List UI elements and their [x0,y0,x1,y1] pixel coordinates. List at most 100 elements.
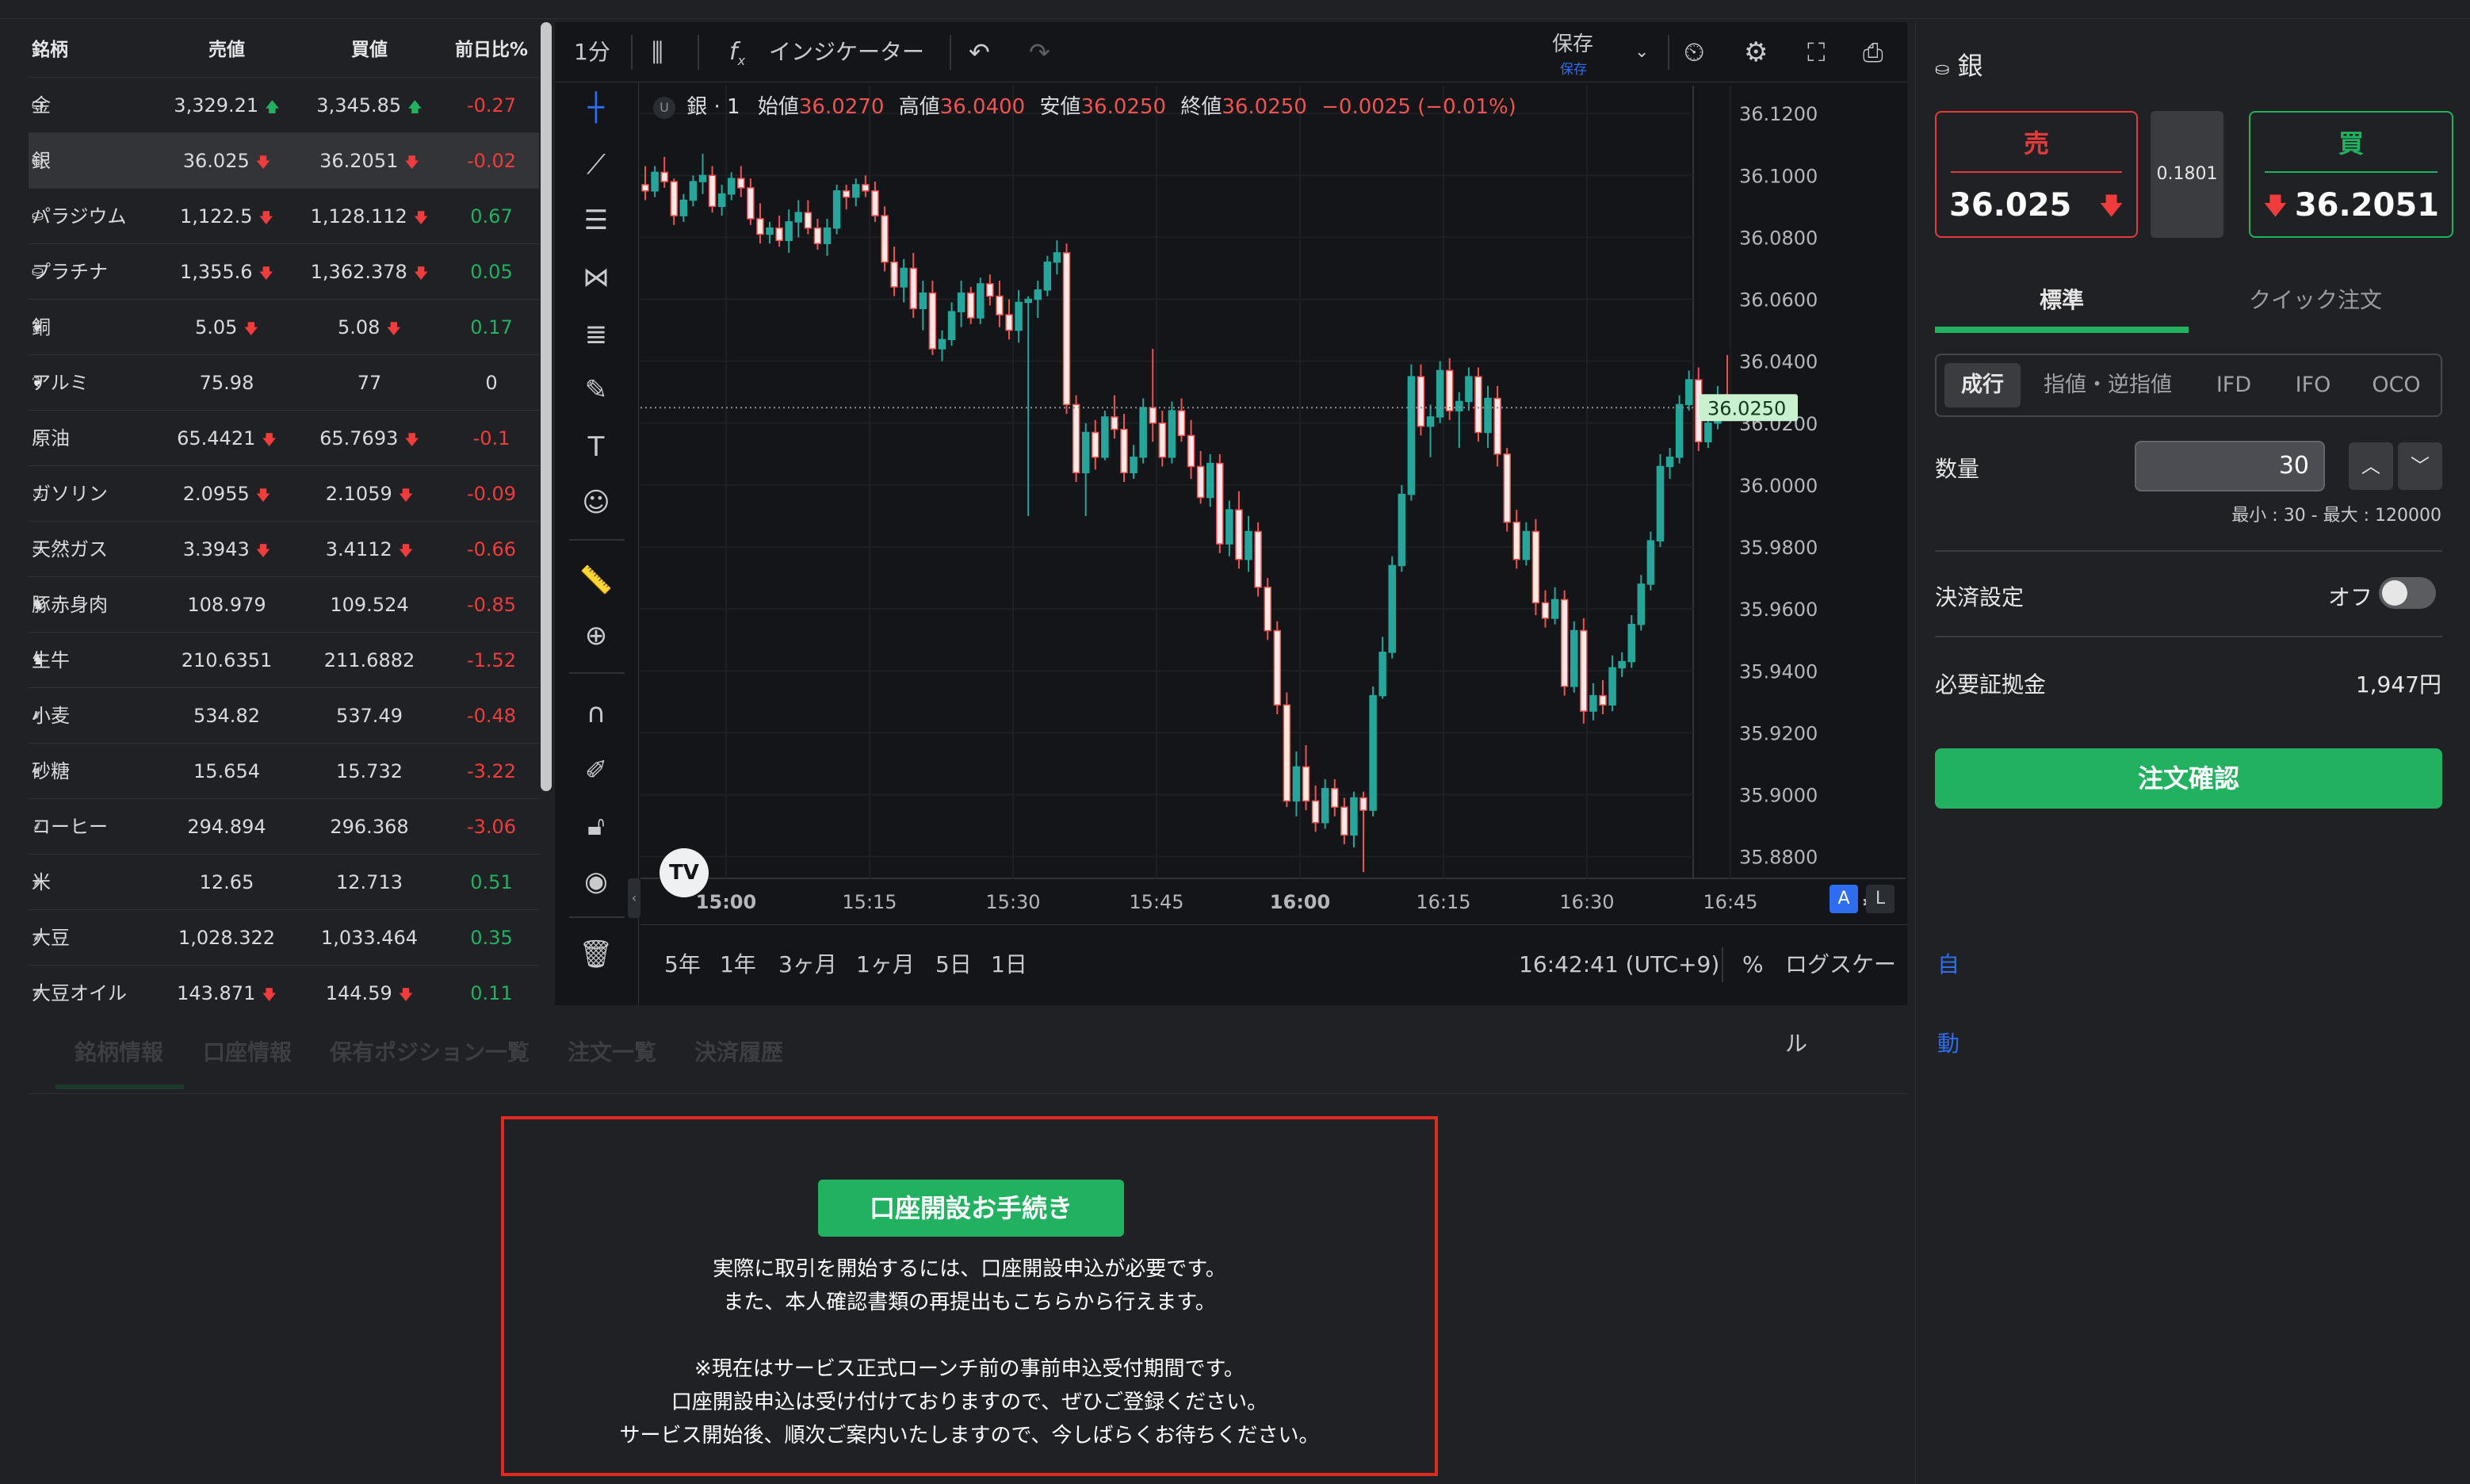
range-5y[interactable]: 5年 [664,925,701,1004]
undo-icon[interactable]: ↶ [969,22,990,82]
market-row[interactable]: ⛀ 銀 36.025 🡇 36.2051 🡇 -0.02 [29,133,539,189]
market-row[interactable]: ❦ 銅 5.05 🡇 5.08 🡇 0.17 [29,300,539,355]
market-row[interactable]: ⸙ 砂糖 15.654 15.732 -3.22 [29,744,539,799]
header-sell[interactable]: 売値 [147,22,306,78]
bottom-tabs: 銘柄情報 口座情報 保有ポジション一覧 注文一覧 決済履歴 [29,1015,1907,1094]
chart-plot[interactable]: 36.1200 36.1000 36.0800 36.0600 36.0400 36.02… [640,86,1906,923]
header-change[interactable]: 前日比% [444,22,539,78]
quantity-down-button[interactable]: ﹀ [2398,442,2442,490]
pattern-icon[interactable]: ⋈ [577,258,615,296]
tab-quick-order[interactable]: クイック注文 [2189,276,2442,325]
emoji-icon[interactable]: ☺ [577,484,615,522]
order-type-ifo[interactable]: IFO [2277,363,2349,407]
crosshair-icon[interactable]: ┼ [577,89,615,127]
candle-body [1541,602,1550,619]
brush-icon[interactable]: ✎ [577,371,615,409]
market-row[interactable]: ♨ 天然ガス 3.3943 🡇 3.4112 🡇 -0.66 [29,522,539,577]
tab-symbol-info[interactable]: 銘柄情報 [75,1035,163,1067]
tab-standard[interactable]: 標準 [1935,276,2189,333]
row-change: 0 [485,372,498,394]
range-1d[interactable]: 1日 [991,925,1027,1004]
notice-line: ※現在はサービス正式ローンチ前の事前申込受付期間です。 [694,1357,1245,1381]
alert-clock-icon[interactable]: ⏲ [1684,22,1705,82]
market-row[interactable]: ⸙ 大豆オイル 143.871 🡇 144.59 🡇 0.11 [29,966,539,1005]
row-name-label: ガソリン [32,483,108,505]
settle-toggle[interactable] [2379,577,2436,609]
time-tick-label: 16:30 [1559,891,1614,913]
candle-type-icon[interactable]: ⫼ [652,22,663,82]
open-account-button[interactable]: 口座開設お手続き [818,1180,1124,1237]
market-scrollbar[interactable] [541,22,552,791]
tab-orders[interactable]: 注文一覧 [568,1035,656,1067]
market-row[interactable]: ♞ 豚赤身肉 108.979 109.524 -0.85 [29,577,539,633]
header-name[interactable]: 銘柄 [32,22,68,78]
candle-body [1168,410,1176,458]
header-buy[interactable]: 買値 [290,22,449,78]
trend-line-icon[interactable]: ⟋ [577,146,615,184]
text-icon[interactable]: T [577,428,615,466]
row-sell-value: 108.979 [187,594,266,616]
log-scale-l-button[interactable]: L [1866,885,1895,913]
order-type-ifd[interactable]: IFD [2198,363,2269,407]
candle-body [1177,410,1186,437]
redo-icon[interactable]: ↷ [1029,22,1050,82]
order-type-limit-stop[interactable]: 指値・逆指値 [2028,363,2187,407]
indicator-icon[interactable]: fx [729,22,745,82]
buy-button[interactable]: 買 🡇 36.2051 [2249,111,2453,238]
range-1y[interactable]: 1年 [720,925,756,1004]
row-buy: 15.732 [290,744,449,799]
row-sell-value: 1,028.322 [178,927,276,949]
market-row[interactable]: ⛀ パラジウム 1,122.5 🡇 1,128.112 🡇 0.67 [29,189,539,244]
lock-pencil-icon[interactable]: ✐ [577,752,615,790]
price-tick-label: 35.9800 [1739,537,1818,559]
buy-divider [2265,171,2438,173]
camera-icon[interactable]: ⎙ [1863,22,1883,82]
tab-account-info[interactable]: 口座情報 [203,1035,292,1067]
market-row[interactable]: ❦ アルミ 75.98 77 0 [29,355,539,411]
tradingview-logo[interactable]: TV [660,848,709,897]
tab-positions[interactable]: 保有ポジション一覧 [330,1035,530,1067]
gear-icon[interactable]: ⚙ [1744,22,1768,82]
fullscreen-icon[interactable]: ⛶ [1807,22,1825,82]
low-label: 安値 [1039,95,1081,119]
market-row[interactable]: ♞ 生牛 210.6351 211.6882 -1.52 [29,633,539,688]
eye-icon[interactable]: ◉ [577,862,615,901]
horizontal-lines-icon[interactable]: ☰ [577,201,615,239]
range-1m[interactable]: 1ヶ月 [856,925,915,1004]
zoom-in-icon[interactable]: ⊕ [577,617,615,655]
market-row[interactable]: ⛀ プラチナ 1,355.6 🡇 1,362.378 🡇 0.05 [29,244,539,300]
order-type-market[interactable]: 成行 [1944,363,2021,407]
tab-settlement-history[interactable]: 決済履歴 [694,1035,783,1067]
lock-icon[interactable]: 🔓︎ [577,807,615,845]
interval-button[interactable]: 1分 [574,22,610,82]
market-row[interactable]: ⸙ 大豆 1,028.322 1,033.464 0.35 [29,910,539,966]
candlestick-chart[interactable]: 36.1200 36.1000 36.0800 36.0600 36.0400 36.02… [640,86,1906,923]
auto-scale-a-button[interactable]: A [1830,885,1858,913]
market-row[interactable]: ♨ ガソリン 2.0955 🡇 2.1059 🡇 -0.09 [29,466,539,522]
quantity-up-button[interactable]: ︿ [2349,442,2393,490]
percent-toggle[interactable]: % [1742,925,1764,1004]
ruler-icon[interactable]: 📏 [577,561,615,599]
indicator-button[interactable]: インジケーター [769,22,924,82]
collapse-toolbar-button[interactable]: ‹ [628,878,640,918]
market-row[interactable]: ⸙ コーヒー 294.894 296.368 -3.06 [29,799,539,855]
range-3m[interactable]: 3ヶ月 [778,925,837,1004]
trash-icon[interactable]: 🗑︎ [577,935,615,973]
magnet-icon[interactable]: ∩ [577,694,615,732]
quantity-input[interactable]: 30 [2135,441,2325,491]
time-tick-label: 15:00 [696,891,756,913]
market-row[interactable]: ⸙ 米 12.65 12.713 0.51 [29,855,539,910]
market-row[interactable]: ♨ 原油 65.4421 🡇 65.7693 🡇 -0.1 [29,411,539,466]
candle-body [986,283,994,297]
clock-readout[interactable]: 16:42:41 (UTC+9) [1519,925,1719,1004]
order-confirm-button[interactable]: 注文確認 [1935,748,2442,809]
range-5d[interactable]: 5日 [935,925,972,1004]
fib-icon[interactable]: ≣ [577,316,615,354]
market-row[interactable]: ⸙ 小麦 534.82 537.49 -0.48 [29,688,539,744]
sell-button[interactable]: 売 36.025 🡇 [1935,111,2138,238]
chevron-down-icon[interactable]: ⌄ [1635,22,1649,82]
down-arrow-icon: 🡇 [255,488,271,504]
time-tick-label: 16:00 [1270,891,1330,913]
order-type-oco[interactable]: OCO [2357,363,2436,407]
market-row[interactable]: ⛀ 金 3,329.21 🡅 3,345.85 🡅 -0.27 [29,78,539,133]
